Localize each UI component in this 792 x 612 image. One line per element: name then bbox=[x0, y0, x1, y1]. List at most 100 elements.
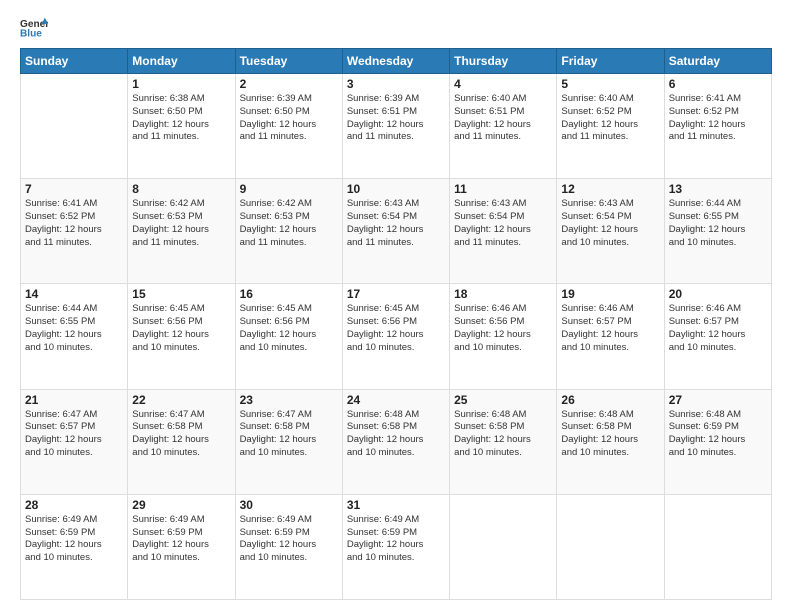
col-header-thursday: Thursday bbox=[450, 49, 557, 74]
calendar-cell: 30 Sunrise: 6:49 AMSunset: 6:59 PMDayligh… bbox=[235, 494, 342, 599]
calendar-cell: 12Sunrise: 6:43 AMSunset: 6:54 PMDayligh… bbox=[557, 179, 664, 284]
day-info: Sunrise: 6:48 AMSunset: 6:58 PMDaylight:… bbox=[347, 409, 445, 460]
calendar-cell: 6 Sunrise: 6:41 AMSunset: 6:52 PMDaylight… bbox=[664, 74, 771, 179]
calendar-cell: 23 Sunrise: 6:47 AMSunset: 6:58 PMDayligh… bbox=[235, 389, 342, 494]
day-info: Sunrise: 6:42 AMSunset: 6:53 PMDaylight:… bbox=[240, 198, 338, 249]
day-info: Sunrise: 6:39 AMSunset: 6:50 PMDaylight:… bbox=[240, 93, 338, 144]
calendar-cell: 31 Sunrise: 6:49 AMSunset: 6:59 PMDayligh… bbox=[342, 494, 449, 599]
calendar-cell bbox=[21, 74, 128, 179]
day-info: Sunrise: 6:42 AMSunset: 6:53 PMDaylight:… bbox=[132, 198, 230, 249]
col-header-wednesday: Wednesday bbox=[342, 49, 449, 74]
day-number: 3 bbox=[347, 77, 445, 91]
calendar-cell: 18Sunrise: 6:46 AMSunset: 6:56 PMDayligh… bbox=[450, 284, 557, 389]
day-number: 16 bbox=[240, 287, 338, 301]
day-info: Sunrise: 6:46 AMSunset: 6:57 PMDaylight:… bbox=[561, 303, 659, 354]
calendar-cell: 5 Sunrise: 6:40 AMSunset: 6:52 PMDaylight… bbox=[557, 74, 664, 179]
calendar-cell: 19Sunrise: 6:46 AMSunset: 6:57 PMDayligh… bbox=[557, 284, 664, 389]
header: General Blue bbox=[20, 16, 772, 38]
day-info: Sunrise: 6:41 AMSunset: 6:52 PMDaylight:… bbox=[25, 198, 123, 249]
day-number: 4 bbox=[454, 77, 552, 91]
calendar-cell: 24 Sunrise: 6:48 AMSunset: 6:58 PMDayligh… bbox=[342, 389, 449, 494]
day-info: Sunrise: 6:46 AMSunset: 6:57 PMDaylight:… bbox=[669, 303, 767, 354]
day-number: 12 bbox=[561, 182, 659, 196]
calendar-cell: 11 Sunrise: 6:43 AMSunset: 6:54 PMDayligh… bbox=[450, 179, 557, 284]
calendar-cell: 2 Sunrise: 6:39 AMSunset: 6:50 PMDaylight… bbox=[235, 74, 342, 179]
svg-text:Blue: Blue bbox=[20, 28, 42, 38]
day-info: Sunrise: 6:39 AMSunset: 6:51 PMDaylight:… bbox=[347, 93, 445, 144]
day-info: Sunrise: 6:48 AMSunset: 6:58 PMDaylight:… bbox=[561, 409, 659, 460]
logo: General Blue bbox=[20, 16, 48, 38]
day-info: Sunrise: 6:44 AMSunset: 6:55 PMDaylight:… bbox=[25, 303, 123, 354]
calendar-cell: 14Sunrise: 6:44 AMSunset: 6:55 PMDayligh… bbox=[21, 284, 128, 389]
calendar-cell: 13Sunrise: 6:44 AMSunset: 6:55 PMDayligh… bbox=[664, 179, 771, 284]
day-number: 30 bbox=[240, 498, 338, 512]
col-header-sunday: Sunday bbox=[21, 49, 128, 74]
calendar-cell: 9 Sunrise: 6:42 AMSunset: 6:53 PMDaylight… bbox=[235, 179, 342, 284]
calendar-cell: 8 Sunrise: 6:42 AMSunset: 6:53 PMDaylight… bbox=[128, 179, 235, 284]
col-header-friday: Friday bbox=[557, 49, 664, 74]
calendar-cell: 1Sunrise: 6:38 AMSunset: 6:50 PMDaylight… bbox=[128, 74, 235, 179]
day-info: Sunrise: 6:48 AMSunset: 6:58 PMDaylight:… bbox=[454, 409, 552, 460]
day-number: 29 bbox=[132, 498, 230, 512]
day-number: 17 bbox=[347, 287, 445, 301]
col-header-tuesday: Tuesday bbox=[235, 49, 342, 74]
day-number: 9 bbox=[240, 182, 338, 196]
day-info: Sunrise: 6:41 AMSunset: 6:52 PMDaylight:… bbox=[669, 93, 767, 144]
calendar-cell: 4 Sunrise: 6:40 AMSunset: 6:51 PMDaylight… bbox=[450, 74, 557, 179]
calendar-cell: 15 Sunrise: 6:45 AMSunset: 6:56 PMDayligh… bbox=[128, 284, 235, 389]
day-info: Sunrise: 6:49 AMSunset: 6:59 PMDaylight:… bbox=[240, 514, 338, 565]
day-number: 7 bbox=[25, 182, 123, 196]
day-info: Sunrise: 6:47 AMSunset: 6:58 PMDaylight:… bbox=[240, 409, 338, 460]
calendar-week-row: 28 Sunrise: 6:49 AMSunset: 6:59 PMDayligh… bbox=[21, 494, 772, 599]
day-number: 15 bbox=[132, 287, 230, 301]
day-info: Sunrise: 6:43 AMSunset: 6:54 PMDaylight:… bbox=[454, 198, 552, 249]
calendar-week-row: 14Sunrise: 6:44 AMSunset: 6:55 PMDayligh… bbox=[21, 284, 772, 389]
day-number: 8 bbox=[132, 182, 230, 196]
calendar-cell: 25 Sunrise: 6:48 AMSunset: 6:58 PMDayligh… bbox=[450, 389, 557, 494]
day-number: 11 bbox=[454, 182, 552, 196]
day-info: Sunrise: 6:47 AMSunset: 6:57 PMDaylight:… bbox=[25, 409, 123, 460]
day-number: 25 bbox=[454, 393, 552, 407]
general-blue-logo-icon: General Blue bbox=[20, 16, 48, 38]
day-number: 22 bbox=[132, 393, 230, 407]
day-number: 26 bbox=[561, 393, 659, 407]
calendar-cell: 17Sunrise: 6:45 AMSunset: 6:56 PMDayligh… bbox=[342, 284, 449, 389]
calendar-cell bbox=[664, 494, 771, 599]
day-number: 28 bbox=[25, 498, 123, 512]
day-info: Sunrise: 6:44 AMSunset: 6:55 PMDaylight:… bbox=[669, 198, 767, 249]
col-header-saturday: Saturday bbox=[664, 49, 771, 74]
day-number: 31 bbox=[347, 498, 445, 512]
calendar-cell: 29 Sunrise: 6:49 AMSunset: 6:59 PMDayligh… bbox=[128, 494, 235, 599]
day-info: Sunrise: 6:49 AMSunset: 6:59 PMDaylight:… bbox=[347, 514, 445, 565]
day-number: 24 bbox=[347, 393, 445, 407]
day-info: Sunrise: 6:40 AMSunset: 6:51 PMDaylight:… bbox=[454, 93, 552, 144]
calendar-cell: 20Sunrise: 6:46 AMSunset: 6:57 PMDayligh… bbox=[664, 284, 771, 389]
day-info: Sunrise: 6:45 AMSunset: 6:56 PMDaylight:… bbox=[240, 303, 338, 354]
day-number: 10 bbox=[347, 182, 445, 196]
day-info: Sunrise: 6:40 AMSunset: 6:52 PMDaylight:… bbox=[561, 93, 659, 144]
calendar-cell: 7 Sunrise: 6:41 AMSunset: 6:52 PMDaylight… bbox=[21, 179, 128, 284]
calendar-cell bbox=[450, 494, 557, 599]
calendar-cell: 22 Sunrise: 6:47 AMSunset: 6:58 PMDayligh… bbox=[128, 389, 235, 494]
calendar-cell: 10 Sunrise: 6:43 AMSunset: 6:54 PMDayligh… bbox=[342, 179, 449, 284]
day-number: 6 bbox=[669, 77, 767, 91]
day-info: Sunrise: 6:45 AMSunset: 6:56 PMDaylight:… bbox=[132, 303, 230, 354]
day-info: Sunrise: 6:47 AMSunset: 6:58 PMDaylight:… bbox=[132, 409, 230, 460]
calendar-header-row: SundayMondayTuesdayWednesdayThursdayFrid… bbox=[21, 49, 772, 74]
calendar-week-row: 7 Sunrise: 6:41 AMSunset: 6:52 PMDaylight… bbox=[21, 179, 772, 284]
calendar-cell bbox=[557, 494, 664, 599]
calendar-cell: 3 Sunrise: 6:39 AMSunset: 6:51 PMDaylight… bbox=[342, 74, 449, 179]
calendar-cell: 26 Sunrise: 6:48 AMSunset: 6:58 PMDayligh… bbox=[557, 389, 664, 494]
day-number: 18 bbox=[454, 287, 552, 301]
day-number: 23 bbox=[240, 393, 338, 407]
day-info: Sunrise: 6:49 AMSunset: 6:59 PMDaylight:… bbox=[132, 514, 230, 565]
calendar-cell: 21Sunrise: 6:47 AMSunset: 6:57 PMDayligh… bbox=[21, 389, 128, 494]
day-number: 2 bbox=[240, 77, 338, 91]
day-info: Sunrise: 6:38 AMSunset: 6:50 PMDaylight:… bbox=[132, 93, 230, 144]
calendar-week-row: 21Sunrise: 6:47 AMSunset: 6:57 PMDayligh… bbox=[21, 389, 772, 494]
day-info: Sunrise: 6:43 AMSunset: 6:54 PMDaylight:… bbox=[347, 198, 445, 249]
calendar-week-row: 1Sunrise: 6:38 AMSunset: 6:50 PMDaylight… bbox=[21, 74, 772, 179]
calendar-cell: 16 Sunrise: 6:45 AMSunset: 6:56 PMDayligh… bbox=[235, 284, 342, 389]
day-number: 5 bbox=[561, 77, 659, 91]
day-number: 27 bbox=[669, 393, 767, 407]
